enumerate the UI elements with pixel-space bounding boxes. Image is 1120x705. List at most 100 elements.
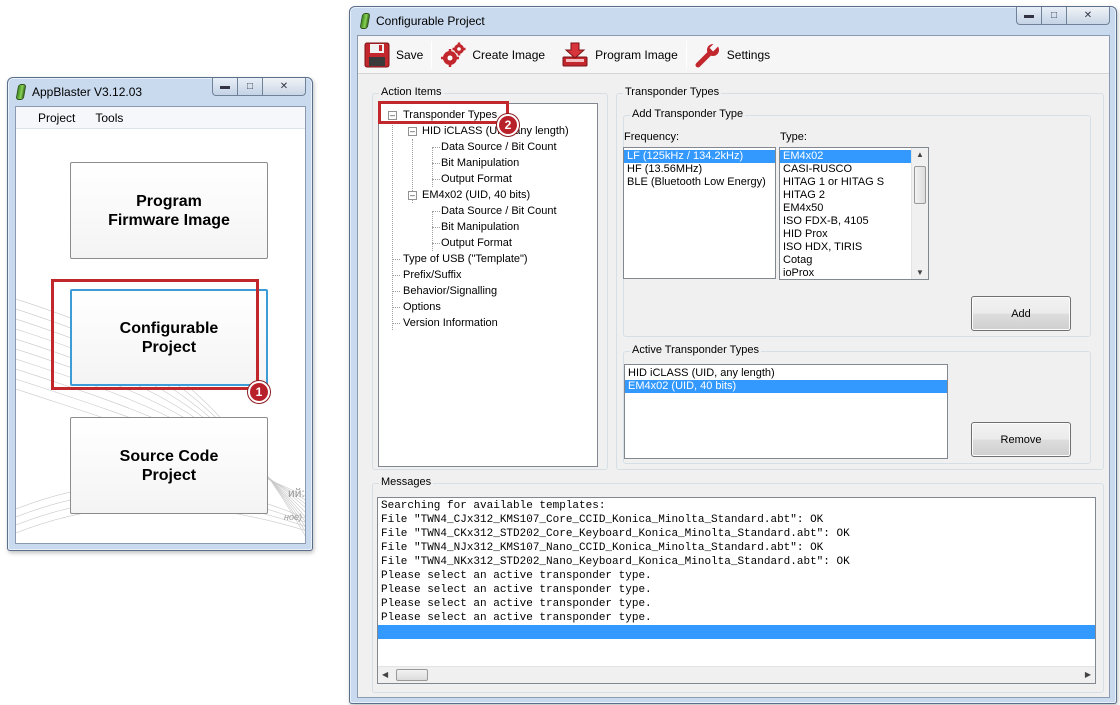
type-list-item[interactable]: HID Prox bbox=[780, 228, 928, 241]
message-line[interactable]: File "TWN4_NKx312_STD202_Nano_Keyboard_K… bbox=[378, 555, 1095, 569]
scroll-right-icon[interactable]: ▶ bbox=[1085, 670, 1091, 679]
tree-line bbox=[432, 147, 440, 148]
messages-log[interactable]: Searching for available templates: File "… bbox=[377, 497, 1096, 684]
tree-line bbox=[392, 123, 393, 330]
minimize-button[interactable]: ▬ bbox=[212, 78, 238, 96]
menu-tools[interactable]: Tools bbox=[83, 111, 131, 125]
scroll-left-icon[interactable]: ◀ bbox=[382, 670, 388, 679]
scroll-thumb[interactable] bbox=[396, 669, 428, 681]
type-list-items: EM4x02 CASI-RUSCO HITAG 1 or HITAG S HITAG … bbox=[780, 148, 928, 279]
appblaster-titlebar[interactable]: AppBlaster V3.12.03 bbox=[16, 78, 142, 106]
source-code-project-tile[interactable]: Source Code Project bbox=[70, 417, 268, 514]
settings-label: Settings bbox=[726, 47, 771, 62]
project-titlebar[interactable]: Configurable Project bbox=[360, 7, 485, 35]
create-image-label: Create Image bbox=[472, 47, 546, 62]
tree-line bbox=[392, 323, 400, 324]
action-items-label: Action Items bbox=[379, 86, 444, 98]
tree-line bbox=[432, 211, 433, 251]
maximize-icon: □ bbox=[246, 81, 254, 92]
tree-item-prefix-suffix[interactable]: Prefix/Suffix bbox=[403, 267, 462, 283]
tree-item-hid-iclass[interactable]: HID iCLASS (UID, any length) bbox=[422, 123, 569, 139]
active-transponder-item[interactable]: HID iCLASS (UID, any length) bbox=[625, 367, 947, 380]
minimize-icon: ▬ bbox=[220, 81, 230, 92]
tree-item-bit-manipulation[interactable]: Bit Manipulation bbox=[441, 155, 519, 171]
message-line[interactable]: Please select an active transponder type… bbox=[378, 583, 1095, 597]
messages-label: Messages bbox=[379, 476, 434, 488]
remove-button[interactable]: Remove bbox=[971, 422, 1071, 457]
frequency-list-item[interactable]: BLE (Bluetooth Low Energy) bbox=[624, 176, 775, 189]
active-transponder-types-label: Active Transponder Types bbox=[630, 344, 761, 356]
tree-line bbox=[432, 179, 440, 180]
frequency-list-item[interactable]: LF (125kHz / 134.2kHz) bbox=[624, 150, 775, 163]
tree-item-data-source[interactable]: Data Source / Bit Count bbox=[441, 203, 557, 219]
message-line[interactable]: File "TWN4_NJx312_KMS107_Nano_CCID_Konic… bbox=[378, 541, 1095, 555]
scroll-up-icon[interactable]: ▲ bbox=[916, 150, 924, 159]
type-list-item[interactable]: CASI-RUSCO bbox=[780, 163, 928, 176]
download-to-device-icon bbox=[562, 42, 588, 66]
collapse-icon[interactable]: – bbox=[408, 191, 417, 200]
type-list-item[interactable]: EM4x50 bbox=[780, 202, 928, 215]
tree-line bbox=[392, 291, 400, 292]
settings-button[interactable]: Settings bbox=[687, 40, 778, 70]
scroll-thumb[interactable] bbox=[914, 166, 926, 204]
tree-item-em4x02[interactable]: EM4x02 (UID, 40 bits) bbox=[422, 187, 530, 203]
close-button[interactable]: ✕ bbox=[1066, 7, 1110, 25]
message-line[interactable]: Please select an active transponder type… bbox=[378, 569, 1095, 583]
tree-item-bit-manipulation[interactable]: Bit Manipulation bbox=[441, 219, 519, 235]
program-firmware-image-tile[interactable]: Program Firmware Image bbox=[70, 162, 268, 259]
type-list-scrollbar[interactable]: ▲ ▼ bbox=[911, 148, 928, 279]
tree-item-behavior-signalling[interactable]: Behavior/Signalling bbox=[403, 283, 497, 299]
partial-background-text-2: ное) bbox=[284, 512, 302, 522]
frequency-list-item[interactable]: HF (13.56MHz) bbox=[624, 163, 775, 176]
scroll-down-icon[interactable]: ▼ bbox=[916, 268, 924, 277]
type-list[interactable]: EM4x02 CASI-RUSCO HITAG 1 or HITAG S HITAG … bbox=[779, 147, 929, 280]
appblaster-window-title: AppBlaster V3.12.03 bbox=[32, 85, 143, 99]
close-button[interactable]: ✕ bbox=[262, 78, 306, 96]
message-line[interactable]: File "TWN4_CJx312_KMS107_Core_CCID_Konic… bbox=[378, 513, 1095, 527]
tree-line bbox=[432, 211, 440, 212]
type-list-item[interactable]: ISO FDX-B, 4105 bbox=[780, 215, 928, 228]
type-list-item[interactable]: HITAG 1 or HITAG S bbox=[780, 176, 928, 189]
tree-line bbox=[432, 147, 433, 187]
add-transponder-type-label: Add Transponder Type bbox=[630, 108, 746, 120]
type-list-item[interactable]: EM4x02 bbox=[780, 150, 928, 163]
wrench-icon bbox=[695, 41, 720, 67]
menu-project[interactable]: Project bbox=[16, 111, 83, 125]
partial-background-text-1: ий: bbox=[288, 486, 305, 500]
active-transponder-list[interactable]: HID iCLASS (UID, any length) EM4x02 (UID,… bbox=[624, 364, 948, 459]
tree-item-options[interactable]: Options bbox=[403, 299, 441, 315]
type-list-item[interactable]: Cotag bbox=[780, 254, 928, 267]
maximize-button[interactable]: □ bbox=[1041, 7, 1067, 25]
type-list-item[interactable]: HITAG 2 bbox=[780, 189, 928, 202]
callout-box-2 bbox=[378, 101, 509, 124]
tree-item-version-information[interactable]: Version Information bbox=[403, 315, 498, 331]
message-line[interactable]: Searching for available templates: bbox=[378, 499, 1095, 513]
tree-item-data-source[interactable]: Data Source / Bit Count bbox=[441, 139, 557, 155]
save-label: Save bbox=[396, 47, 424, 62]
minimize-button[interactable]: ▬ bbox=[1016, 7, 1042, 25]
messages-horizontal-scrollbar[interactable]: ◀ ▶ bbox=[378, 666, 1095, 683]
active-transponder-item[interactable]: EM4x02 (UID, 40 bits) bbox=[625, 380, 947, 393]
type-list-item[interactable]: ioProx bbox=[780, 267, 928, 279]
message-line[interactable]: File "TWN4_CKx312_STD202_Core_Keyboard_K… bbox=[378, 527, 1095, 541]
create-image-button[interactable]: Create Image bbox=[432, 40, 553, 70]
save-button[interactable]: Save bbox=[358, 40, 431, 70]
frequency-list[interactable]: LF (125kHz / 134.2kHz) HF (13.56MHz) BLE (… bbox=[623, 147, 776, 279]
type-list-item[interactable]: ISO HDX, TIRIS bbox=[780, 241, 928, 254]
tree-item-output-format[interactable]: Output Format bbox=[441, 235, 512, 251]
maximize-button[interactable]: □ bbox=[237, 78, 263, 96]
program-image-label: Program Image bbox=[595, 47, 678, 62]
message-line[interactable] bbox=[378, 625, 1095, 639]
frequency-label: Frequency: bbox=[624, 131, 680, 143]
add-button[interactable]: Add bbox=[971, 296, 1071, 331]
message-line[interactable]: Please select an active transponder type… bbox=[378, 611, 1095, 625]
collapse-icon[interactable]: – bbox=[408, 127, 417, 136]
messages-lines: Searching for available templates: File "… bbox=[378, 498, 1095, 639]
program-image-button[interactable]: Program Image bbox=[553, 40, 686, 70]
action-items-tree[interactable]: – – – Transponder Types HID iCLASS (UID,… bbox=[378, 103, 598, 467]
tree-line bbox=[392, 307, 400, 308]
message-line[interactable]: Please select an active transponder type… bbox=[378, 597, 1095, 611]
minimize-icon: ▬ bbox=[1024, 10, 1034, 21]
tree-item-output-format[interactable]: Output Format bbox=[441, 171, 512, 187]
tree-item-type-of-usb[interactable]: Type of USB ("Template") bbox=[403, 251, 528, 267]
